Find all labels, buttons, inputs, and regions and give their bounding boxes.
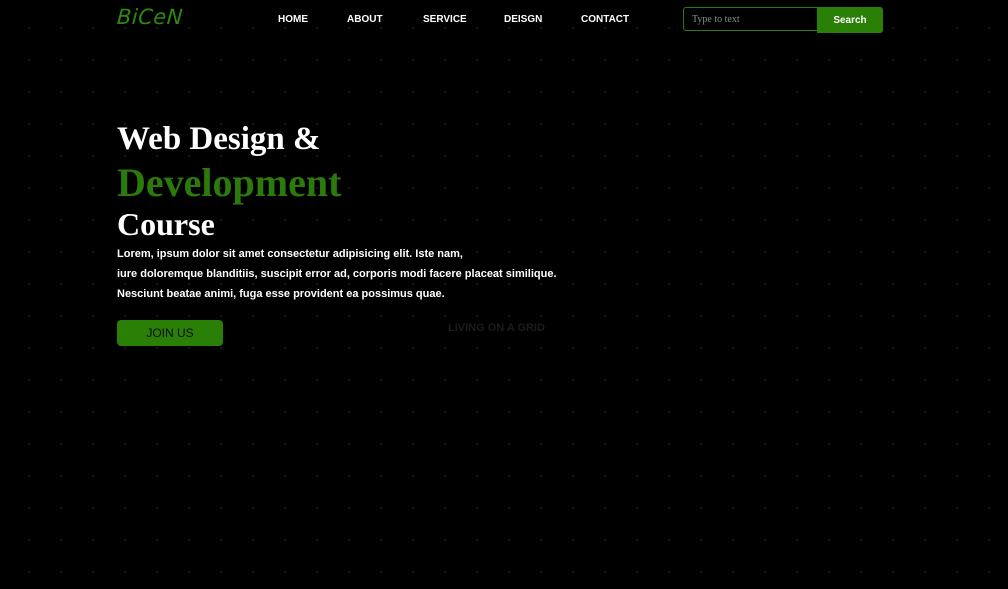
search-button[interactable]: Search <box>817 7 883 33</box>
join-us-button[interactable]: JOIN US <box>117 320 223 346</box>
hero-description-line: Lorem, ipsum dolor sit amet consectetur … <box>117 248 463 260</box>
search-input[interactable] <box>683 7 817 31</box>
background-watermark: LIVING ON A GRID <box>448 322 545 334</box>
nav-item-contact[interactable]: CONTACT <box>581 14 629 25</box>
nav-item-design[interactable]: DEISGN <box>504 14 542 25</box>
search-bar: Search <box>683 7 883 33</box>
hero-title-line-2: Development <box>117 160 342 205</box>
hero-title-line-3: Course <box>117 206 215 242</box>
hero-description: Lorem, ipsum dolor sit amet consectetur … <box>117 244 717 304</box>
nav-item-service[interactable]: SERVICE <box>423 14 467 25</box>
hero-title-line-1: Web Design & <box>117 121 321 157</box>
nav-item-about[interactable]: ABOUT <box>347 14 383 25</box>
hero-description-line: Nesciunt beatae animi, fuga esse provide… <box>117 288 445 300</box>
nav-item-home[interactable]: HOME <box>278 14 308 25</box>
hero-description-line: iure doloremque blanditiis, suscipit err… <box>117 268 557 280</box>
